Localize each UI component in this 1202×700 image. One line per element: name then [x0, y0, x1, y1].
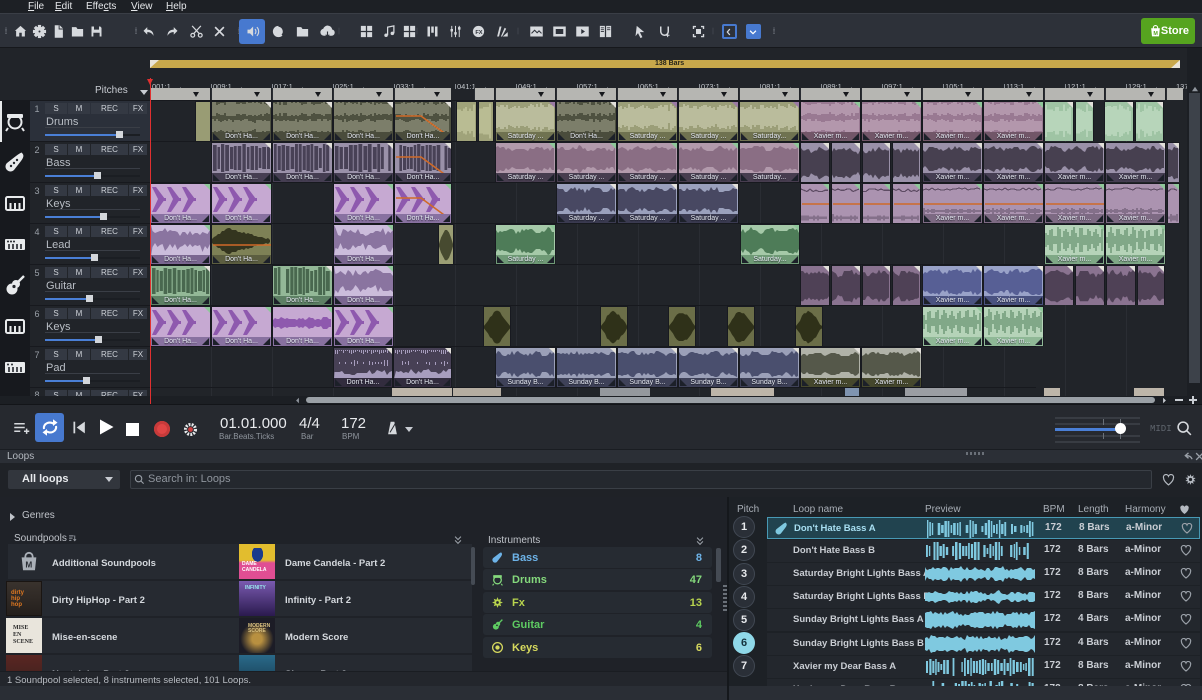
svg-text:M: M	[25, 561, 32, 570]
svg-text:M: M	[1153, 31, 1158, 37]
svg-text:FX: FX	[475, 30, 482, 36]
